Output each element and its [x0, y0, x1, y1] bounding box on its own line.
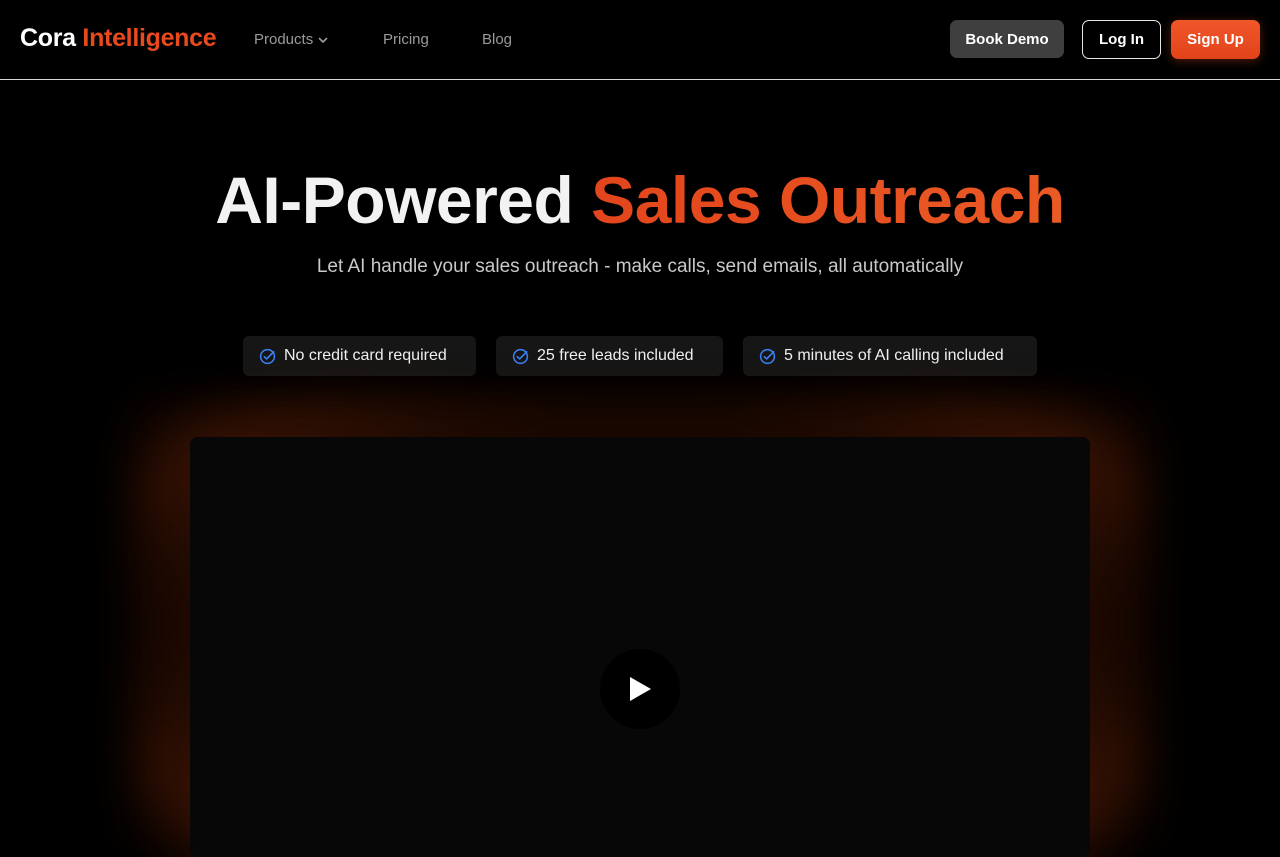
signup-button[interactable]: Sign Up: [1171, 20, 1260, 59]
demo-video[interactable]: [190, 437, 1090, 857]
feature-badges: No credit card required 25 free leads in…: [0, 336, 1280, 376]
play-icon: [630, 677, 651, 701]
login-button[interactable]: Log In: [1082, 20, 1161, 59]
badge-no-credit-card: No credit card required: [243, 336, 476, 376]
brand-name-primary: Cora: [20, 24, 76, 52]
hero-title-accent: Sales Outreach: [591, 163, 1065, 237]
check-circle-icon: [259, 348, 276, 364]
check-circle-icon: [512, 348, 529, 364]
nav-blog[interactable]: Blog: [482, 31, 512, 48]
book-demo-button[interactable]: Book Demo: [950, 20, 1064, 58]
badge-label: 5 minutes of AI calling included: [784, 347, 1004, 364]
nav-pricing[interactable]: Pricing: [383, 31, 429, 48]
badge-label: No credit card required: [284, 347, 447, 364]
hero-title: AI-Powered Sales Outreach: [0, 160, 1280, 240]
badge-label: 25 free leads included: [537, 347, 694, 364]
badge-ai-calling: 5 minutes of AI calling included: [743, 336, 1037, 376]
hero-title-main: AI-Powered: [215, 163, 574, 237]
brand-name-accent: Intelligence: [82, 24, 217, 52]
badge-free-leads: 25 free leads included: [496, 336, 723, 376]
check-circle-icon: [759, 348, 776, 364]
hero-subtitle: Let AI handle your sales outreach - make…: [316, 256, 964, 277]
nav-products-label: Products: [254, 31, 314, 48]
chevron-down-icon: [318, 37, 328, 43]
play-button[interactable]: [600, 649, 680, 729]
brand-logo[interactable]: Cora Intelligence: [20, 24, 217, 53]
top-nav: Cora Intelligence Products Pricing Blog …: [0, 0, 1280, 80]
nav-products[interactable]: Products: [254, 31, 329, 48]
